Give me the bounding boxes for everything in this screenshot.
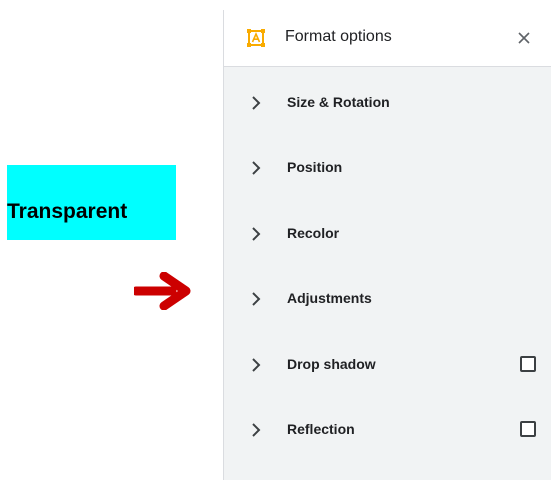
section-drop-shadow[interactable]: Drop shadow xyxy=(224,343,551,387)
section-label: Adjustments xyxy=(287,290,372,306)
section-reflection[interactable]: Reflection xyxy=(224,408,551,452)
section-position[interactable]: Position xyxy=(224,146,551,190)
section-label: Reflection xyxy=(287,421,355,437)
section-label: Size & Rotation xyxy=(287,94,390,110)
section-label: Drop shadow xyxy=(287,356,376,372)
section-adjustments[interactable]: Adjustments xyxy=(224,277,551,321)
section-label: Recolor xyxy=(287,225,340,241)
screenshot-canvas: Transparent Format options Size & Rotati… xyxy=(0,0,551,480)
transparent-label: Transparent xyxy=(7,200,128,223)
reflection-checkbox[interactable] xyxy=(520,421,536,437)
panel-title: Format options xyxy=(285,28,392,45)
drop-shadow-checkbox[interactable] xyxy=(520,356,536,372)
format-options-icon xyxy=(247,29,265,47)
right-arrow-icon xyxy=(134,272,191,310)
close-icon xyxy=(518,32,530,44)
section-recolor[interactable]: Recolor xyxy=(224,212,551,256)
panel-header: Format options xyxy=(224,10,551,67)
chevron-right-icon xyxy=(252,292,261,306)
format-options-panel: Format options Size & Rotation Position xyxy=(223,10,551,480)
section-label: Position xyxy=(287,159,343,175)
chevron-right-icon xyxy=(252,423,261,437)
chevron-right-icon xyxy=(252,358,261,372)
section-size-rotation[interactable]: Size & Rotation xyxy=(224,81,551,125)
chevron-right-icon xyxy=(252,96,261,110)
chevron-right-icon xyxy=(252,227,261,241)
chevron-right-icon xyxy=(252,161,261,175)
close-button[interactable] xyxy=(512,26,536,50)
